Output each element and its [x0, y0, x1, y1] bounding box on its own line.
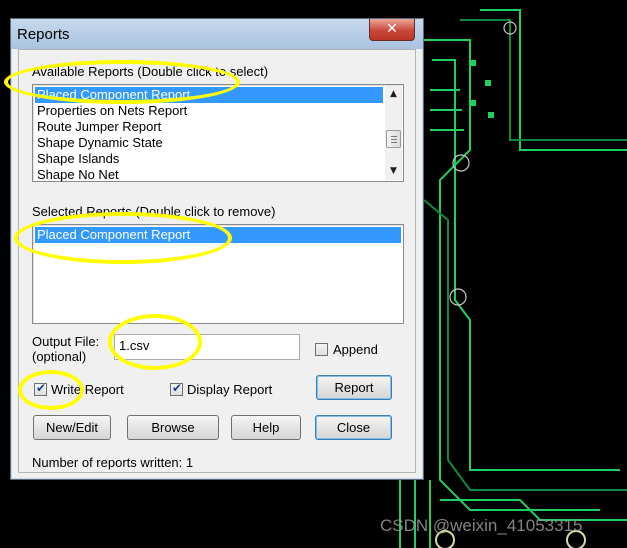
highlight-ellipse-output-file	[108, 314, 202, 370]
scroll-thumb[interactable]	[386, 130, 401, 148]
new-edit-button[interactable]: New/Edit	[33, 415, 111, 440]
scroll-down-icon[interactable]: ▼	[385, 163, 402, 180]
highlight-ellipse-available	[4, 60, 240, 104]
append-label: Append	[333, 342, 378, 357]
title-bar[interactable]: Reports ✕	[11, 19, 423, 49]
close-button[interactable]: Close	[315, 415, 392, 440]
display-report-label: Display Report	[187, 382, 273, 397]
browse-button[interactable]: Browse	[127, 415, 219, 440]
watermark-text: CSDN @weixin_41053315	[380, 516, 583, 535]
available-report-item[interactable]: Shape Dynamic State	[35, 135, 383, 151]
output-file-optional-label: (optional)	[32, 349, 87, 364]
available-report-item[interactable]: Properties on Nets Report	[35, 103, 383, 119]
highlight-ellipse-selected	[14, 212, 232, 264]
dialog-title: Reports	[17, 26, 70, 43]
status-text: Number of reports written: 1	[32, 455, 194, 470]
highlight-ellipse-write-report	[18, 370, 84, 410]
available-report-item[interactable]: Shape Islands	[35, 151, 383, 167]
output-file-label: Output File:	[32, 334, 100, 349]
available-report-item[interactable]: Shape No Net	[35, 167, 383, 183]
report-button[interactable]: Report	[316, 375, 392, 400]
available-report-item[interactable]: Route Jumper Report	[35, 119, 383, 135]
scroll-up-icon[interactable]: ▲	[385, 86, 402, 103]
display-report-checkbox[interactable]: ✔	[170, 381, 183, 396]
available-list-scrollbar[interactable]: ▲ ▼	[385, 86, 402, 180]
help-button[interactable]: Help	[231, 415, 301, 440]
checkmark-icon: ✔	[171, 381, 183, 395]
close-icon[interactable]: ✕	[369, 19, 415, 41]
append-checkbox[interactable]	[315, 343, 328, 356]
